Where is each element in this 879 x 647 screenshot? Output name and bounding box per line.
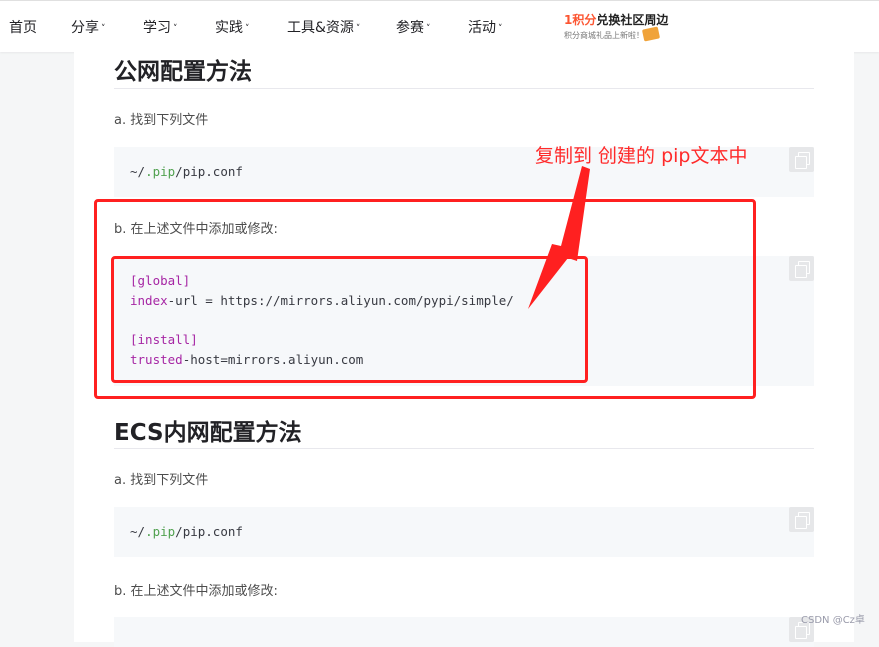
annotation-text: 复制到 创建的 pip文本中: [535, 145, 748, 167]
annotation-arrow-icon: [528, 166, 590, 309]
csdn-watermark: CSDN @Cz卓: [801, 615, 865, 626]
